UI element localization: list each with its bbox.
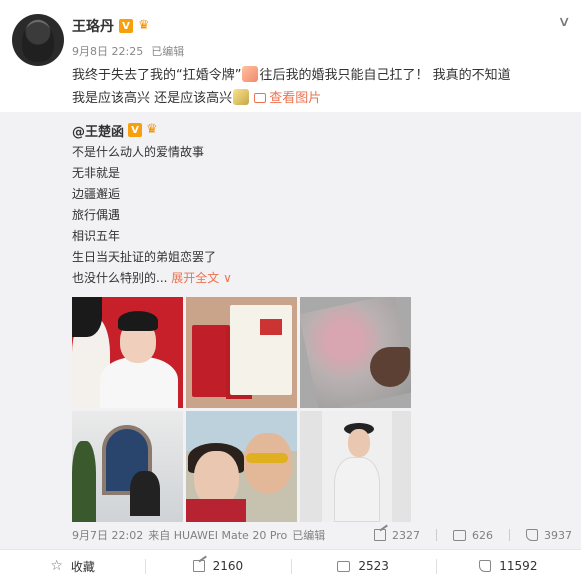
photo-couple-red[interactable]	[72, 297, 183, 408]
repost-date[interactable]: 9月7日 22:02	[72, 527, 143, 543]
chevron-down-icon[interactable]: ∨	[557, 14, 570, 30]
action-bar: ☆ 收藏 2160 2523 11592	[0, 549, 581, 582]
post-date[interactable]: 9月8日 22:25	[72, 43, 143, 59]
comment-button[interactable]: 2523	[290, 550, 436, 582]
repost-line: 无非就是	[72, 166, 121, 180]
repost-line: 旅行偶遇	[72, 208, 121, 222]
repost-like-stat[interactable]: 3937	[526, 529, 572, 542]
comment-icon	[453, 529, 466, 541]
post-edited: 已编辑	[151, 45, 185, 58]
repost-line: 不是什么动人的爱情故事	[72, 145, 205, 159]
like-button[interactable]: 11592	[435, 550, 581, 582]
repost-share-stat[interactable]: 2327	[374, 529, 420, 542]
post-text-part3: 我是应该高兴 还是应该高兴	[72, 91, 233, 106]
repost-button[interactable]: 2160	[145, 550, 290, 582]
repost-author[interactable]: 王楚函	[72, 121, 124, 140]
expand-link[interactable]: 展开全文 ∨	[171, 271, 232, 285]
photo-selfie[interactable]	[186, 411, 297, 522]
crown-icon: ♛	[138, 18, 150, 33]
image-grid	[72, 297, 412, 522]
photo-window[interactable]	[72, 411, 183, 522]
photo-cloth-hands[interactable]	[300, 297, 411, 408]
share-icon	[374, 529, 386, 541]
post-text-part1: 我终于失去了我的“扛婚令牌”	[72, 68, 242, 83]
repost-source: 来自 HUAWEI Mate 20 Pro	[148, 529, 288, 542]
emoji-icon	[233, 89, 250, 105]
comment-icon	[337, 560, 351, 572]
repost-comment-stat[interactable]: 626	[453, 529, 493, 542]
like-icon	[526, 529, 538, 541]
collect-button[interactable]: ☆ 收藏	[0, 550, 145, 582]
post-text: 我终于失去了我的“扛婚令牌” 往后我的婚我只能自己扛了！ 我真的不知道 我是应该高…	[72, 64, 567, 110]
share-icon	[192, 560, 205, 572]
view-images-link[interactable]: 查看图片	[254, 91, 321, 106]
repost-footer: 9月7日 22:02 来自 HUAWEI Mate 20 Pro 已编辑 232…	[72, 524, 572, 546]
repost-card: 王楚函 V ♛ 不是什么动人的爱情故事 无非就是 边疆邂逅 旅行偶遇 相识五年 …	[0, 112, 581, 549]
repost-line: 边疆邂逅	[72, 187, 121, 201]
verified-icon: V	[119, 19, 133, 33]
post-meta: 9月8日 22:25 已编辑	[72, 43, 184, 59]
author-name[interactable]: 王珞丹	[72, 16, 114, 36]
author-row: 王珞丹 V ♛	[72, 16, 154, 36]
repost-line: 相识五年	[72, 229, 121, 243]
post-text-part2: 往后我的婚我只能自己扛了！ 我真的不知道	[259, 68, 511, 83]
repost-line: 也没什么特别的... 展开全文 ∨	[72, 271, 232, 285]
photo-doorway[interactable]	[300, 411, 411, 522]
emoji-icon	[242, 66, 259, 82]
repost-line: 生日当天扯证的弟姐恋罢了	[72, 250, 217, 264]
like-icon	[479, 560, 492, 572]
verified-icon: V	[128, 123, 143, 137]
view-images-label: 查看图片	[269, 91, 322, 106]
avatar[interactable]	[12, 14, 64, 66]
image-icon	[254, 93, 267, 103]
star-icon: ☆	[50, 558, 63, 574]
photo-marriage-certificate[interactable]	[186, 297, 297, 408]
crown-icon: ♛	[146, 122, 158, 137]
repost-edited: 已编辑	[292, 529, 326, 542]
repost-text: 不是什么动人的爱情故事 无非就是 边疆邂逅 旅行偶遇 相识五年 生日当天扯证的弟…	[72, 142, 232, 289]
